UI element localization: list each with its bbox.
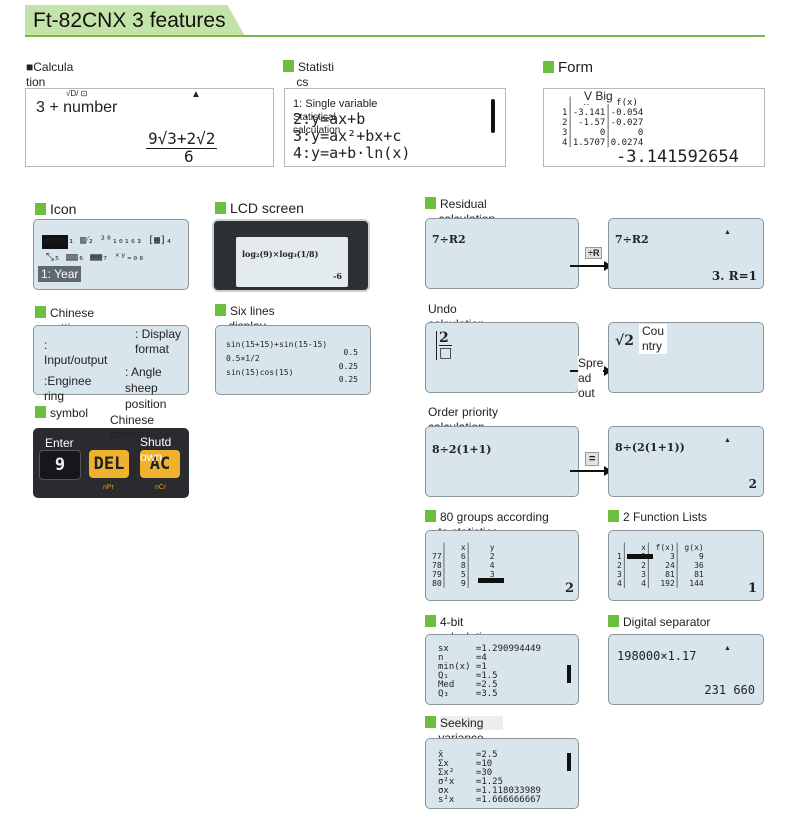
result: 2 bbox=[564, 581, 574, 596]
residual-output-screen: 7÷R2 ▲ 3. R=1 bbox=[608, 218, 764, 289]
key-del[interactable]: DEL bbox=[89, 450, 129, 478]
four-bit-screen: sx =1.290994449 n =4 min(x) =1 Q₁ =1.5 M… bbox=[425, 634, 579, 705]
sqrt-fraction: 2 □ bbox=[436, 331, 453, 360]
overlay-label: V Big bbox=[584, 89, 613, 104]
scrollbar[interactable] bbox=[491, 99, 495, 133]
digital-sep-label: Digital separator bbox=[608, 615, 710, 630]
icon-row[interactable]: ⤡₅ ▥▥₆ ▦▦₇ ˣʸ₌₀₈ bbox=[46, 252, 144, 263]
lcd-expression: log₂(9)×log₃(1/8) bbox=[242, 249, 319, 259]
lcd-label: LCD screen bbox=[215, 200, 304, 216]
chinese-button-label: Chinese button bbox=[110, 413, 155, 441]
calc-label: ■Calcula tion bbox=[26, 60, 74, 89]
up-arrow-icon: ▲ bbox=[724, 645, 731, 652]
icon-menu-screen: ×÷+−₁ ▥⁄₂ ²⁸₁₀₁₆₃ [▦]₄ ⤡₅ ▥▥₆ ▦▦₇ ˣʸ₌₀₈ … bbox=[33, 219, 189, 290]
form-table: │ x │ f(x) 1│-3.141│-0.054 2│ -1.57│-0.0… bbox=[562, 98, 644, 148]
scrollbar[interactable] bbox=[567, 753, 571, 771]
stat-results: x̄ =2.5 Σx =10 Σx² =30 σ²x =1.25 σx =1.1… bbox=[438, 750, 541, 805]
variance-screen: x̄ =2.5 Σx =10 Σx² =30 σ²x =1.25 σx =1.1… bbox=[425, 738, 579, 809]
order-input-screen: 8÷2(1+1) bbox=[425, 426, 579, 497]
line: 0.5 bbox=[343, 348, 358, 357]
input-output-label: : Input/output bbox=[44, 338, 108, 367]
expression: 8÷2(1+1) bbox=[432, 443, 492, 456]
line: 0.5×1/2 bbox=[226, 354, 260, 363]
form-result: -3.141592654 bbox=[616, 147, 739, 167]
cursor-cell bbox=[627, 554, 653, 559]
calc-expression: 3 + number bbox=[36, 99, 118, 116]
line: sin(15)cos(15) bbox=[226, 368, 294, 377]
fraction-numerator: 9√3+2√2 bbox=[146, 129, 218, 149]
result: 2 bbox=[748, 477, 757, 491]
undo-input-screen: 2 □ bbox=[425, 322, 579, 393]
lcd-display: log₂(9)×log₃(1/8) -6 bbox=[236, 237, 348, 287]
stats-label: Statisti cs bbox=[283, 60, 334, 90]
line: 0.25 bbox=[338, 375, 358, 384]
equals-key: = bbox=[585, 452, 600, 466]
func-lists-label: 2 Function Lists bbox=[608, 510, 707, 525]
stat-results: sx =1.290994449 n =4 min(x) =1 Q₁ =1.5 M… bbox=[438, 644, 541, 699]
scrollbar[interactable] bbox=[567, 665, 571, 683]
order-output-screen: 8÷(2(1+1)) ▲ 2 bbox=[608, 426, 764, 497]
result: √2 bbox=[615, 333, 634, 349]
result: 1 bbox=[747, 581, 757, 596]
enter-label: Enter bbox=[45, 436, 74, 450]
six-lines-screen: sin(15+15)+sin(15-15) 0.5 0.5×1/2 0.25 s… bbox=[215, 325, 371, 395]
country-label: Cou ntry bbox=[639, 324, 668, 354]
cursor-cell bbox=[478, 578, 504, 583]
angle-label: : Angle sheep position bbox=[125, 365, 167, 411]
result: 231 660 bbox=[704, 683, 755, 697]
spread-out-label: Spre ad out bbox=[578, 356, 604, 401]
result: 3. R=1 bbox=[711, 269, 757, 283]
key-sublabel: nPr bbox=[103, 484, 114, 491]
expression: 7÷R2 bbox=[615, 233, 649, 246]
display-format-label: : Display format bbox=[135, 327, 182, 356]
up-arrow-icon: ▲ bbox=[724, 437, 731, 444]
divider bbox=[25, 35, 765, 37]
lcd-result: -6 bbox=[333, 271, 342, 281]
up-arrow-icon: ▲ bbox=[191, 89, 201, 100]
expression: 8÷(2(1+1)) bbox=[615, 441, 685, 454]
func-lists-screen: │ x│ f(x)│ g(x) 1│ 1│ 3│ 9 2│ 2│ 24│ 36 … bbox=[608, 530, 764, 601]
undo-output-screen: √2 Cou ntry bbox=[608, 322, 764, 393]
icon-row[interactable]: ×÷+−₁ ▥⁄₂ ²⁸₁₀₁₆₃ [▦]₄ bbox=[44, 235, 172, 246]
residual-input-screen: 7÷R2 bbox=[425, 218, 579, 289]
title-banner: Ft-82CNX 3 features bbox=[25, 5, 245, 36]
arrow-icon bbox=[570, 261, 612, 271]
mode-indicator: √D/ ⊡ bbox=[66, 89, 88, 98]
lcd-photo: log₂(9)×log₃(1/8) -6 bbox=[212, 219, 370, 292]
line: 0.25 bbox=[338, 362, 358, 371]
groups80-screen: │ x│ y 77│ 6│ 2 78│ 8│ 4 79│ 5│ 3 80│ 9│… bbox=[425, 530, 579, 601]
arrow-icon bbox=[570, 466, 612, 476]
remainder-key: ÷R bbox=[585, 247, 603, 259]
stats-screen: 1: Single variable Statistical calculatio… bbox=[284, 88, 506, 167]
fraction-denominator: 6 bbox=[184, 147, 194, 166]
form-label: Form bbox=[543, 59, 593, 76]
form-screen: │ x │ f(x) 1│-3.141│-0.054 2│ -1.57│-0.0… bbox=[543, 88, 765, 167]
digital-sep-screen: 198000×1.17 ▲ 231 660 bbox=[608, 634, 764, 705]
engineering-label: :Enginee ring bbox=[44, 374, 92, 403]
symbol-label: symbol bbox=[35, 406, 88, 421]
menu-lines: 2:y=ax+b 3:y=ax²+bx+c 4:y=a+b·ln(x) bbox=[293, 110, 411, 162]
tooltip: 1: Year bbox=[38, 266, 82, 282]
page-title: Ft-82CNX 3 features bbox=[33, 9, 226, 32]
function-table: │ x│ f(x)│ g(x) 1│ 1│ 3│ 9 2│ 2│ 24│ 36 … bbox=[617, 543, 704, 588]
key-9[interactable]: 9 bbox=[39, 450, 81, 480]
calc-screen: √D/ ⊡ ▲ 3 + number 9√3+2√2 6 bbox=[25, 88, 274, 167]
up-arrow-icon: ▲ bbox=[724, 229, 731, 236]
expression: 198000×1.17 bbox=[617, 649, 697, 663]
line: sin(15+15)+sin(15-15) bbox=[226, 340, 328, 349]
expression: 7÷R2 bbox=[432, 233, 466, 246]
key-sublabel: nCr bbox=[155, 484, 167, 491]
